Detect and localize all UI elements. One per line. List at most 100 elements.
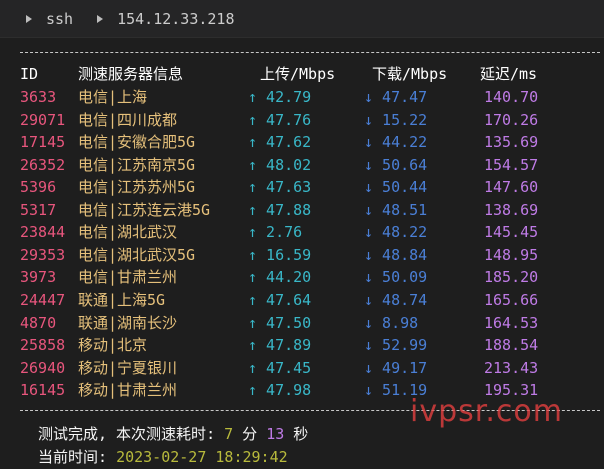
row-latency: 165.66 bbox=[484, 290, 539, 309]
row-latency: 145.45 bbox=[484, 223, 539, 242]
row-server: 电信|江苏连云港5G bbox=[78, 200, 211, 219]
breadcrumb-host[interactable]: 154.12.33.218 bbox=[97, 10, 256, 28]
elapsed-seconds: 13 bbox=[266, 425, 285, 443]
top-divider bbox=[20, 52, 600, 53]
row-id: 29353 bbox=[20, 245, 66, 264]
row-upload: ↑ 47.62 bbox=[248, 133, 312, 152]
row-id: 5396 bbox=[20, 178, 57, 197]
row-upload: ↑ 44.20 bbox=[248, 268, 312, 287]
row-upload: ↑ 47.89 bbox=[248, 336, 312, 355]
row-upload: ↑ 16.59 bbox=[248, 245, 312, 264]
table-row: 25858 移动|北京 ↑ 47.89 ↓ 52.99 188.54 bbox=[0, 334, 604, 356]
table-row: 26940 移动|宁夏银川 ↑ 47.45 ↓ 49.17 213.43 bbox=[0, 357, 604, 379]
row-download: ↓ 48.22 bbox=[364, 223, 428, 242]
row-download: ↓ 49.17 bbox=[364, 358, 428, 377]
row-download: ↓ 50.44 bbox=[364, 178, 428, 197]
breadcrumb-shell[interactable]: ssh bbox=[26, 10, 95, 28]
shell-label: ssh bbox=[46, 9, 74, 28]
row-latency: 170.26 bbox=[484, 110, 539, 129]
row-upload: ↑ 47.50 bbox=[248, 313, 312, 332]
current-time-line: 当前时间: 2023-02-27 18:29:42 bbox=[38, 446, 288, 468]
table-header-row: ID 测速服务器信息 上传/Mbps 下载/Mbps 延迟/ms bbox=[0, 63, 604, 85]
row-latency: 138.69 bbox=[484, 200, 539, 219]
row-latency: 140.70 bbox=[484, 88, 539, 106]
minutes-unit: 分 bbox=[233, 425, 267, 443]
row-download: ↓ 50.09 bbox=[364, 268, 428, 287]
header-id: ID bbox=[20, 65, 39, 83]
header-download: 下载/Mbps bbox=[372, 65, 448, 83]
row-latency: 147.60 bbox=[484, 178, 539, 197]
row-upload: ↑ 47.64 bbox=[248, 290, 312, 309]
header-latency: 延迟/ms bbox=[480, 65, 538, 83]
row-download: ↓ 48.74 bbox=[364, 290, 428, 309]
row-download: ↓ 44.22 bbox=[364, 133, 428, 152]
row-upload: ↑ 2.76 bbox=[248, 223, 303, 242]
row-server: 联通|上海5G bbox=[78, 290, 166, 309]
row-server: 电信|四川成都 bbox=[78, 110, 178, 129]
row-latency: 154.57 bbox=[484, 155, 539, 174]
table-row: 4870 联通|湖南长沙 ↑ 47.50 ↓ 8.98 164.53 bbox=[0, 312, 604, 334]
row-id: 23844 bbox=[20, 223, 66, 242]
table-row: 5317 电信|江苏连云港5G ↑ 47.88 ↓ 48.51 138.69 bbox=[0, 199, 604, 221]
row-latency: 185.20 bbox=[484, 268, 539, 287]
seconds-unit: 秒 bbox=[284, 425, 309, 443]
table-row: 29353 电信|湖北武汉5G ↑ 16.59 ↓ 48.84 148.95 bbox=[0, 244, 604, 266]
test-summary-line: 测试完成, 本次测速耗时: 7 分 13 秒 bbox=[38, 423, 308, 445]
row-id: 16145 bbox=[20, 381, 66, 400]
table-row: 17145 电信|安徽合肥5G ↑ 47.62 ↓ 44.22 135.69 bbox=[0, 131, 604, 153]
row-server: 电信|湖北武汉5G bbox=[78, 245, 196, 264]
row-download: ↓ 50.64 bbox=[364, 155, 428, 174]
terminal-tab-bar: ssh 154.12.33.218 bbox=[0, 0, 604, 38]
row-download: ↓ 48.51 bbox=[364, 200, 428, 219]
table-row: 26352 电信|江苏南京5G ↑ 48.02 ↓ 50.64 154.57 bbox=[0, 154, 604, 176]
header-server: 测速服务器信息 bbox=[78, 65, 184, 83]
watermark-text: ivpsr.com bbox=[410, 394, 563, 429]
row-download: ↓ 47.47 bbox=[364, 88, 428, 106]
row-server: 电信|安徽合肥5G bbox=[78, 133, 196, 152]
row-id: 25858 bbox=[20, 336, 66, 355]
row-download: ↓ 8.98 bbox=[364, 313, 419, 332]
row-server: 移动|甘肃兰州 bbox=[78, 381, 178, 400]
row-upload: ↑ 47.45 bbox=[248, 358, 312, 377]
row-server: 电信|湖北武汉 bbox=[78, 223, 178, 242]
row-download: ↓ 15.22 bbox=[364, 110, 428, 129]
row-server: 电信|江苏南京5G bbox=[78, 155, 196, 174]
row-upload: ↑ 48.02 bbox=[248, 155, 312, 174]
row-download: ↓ 52.99 bbox=[364, 336, 428, 355]
row-latency: 164.53 bbox=[484, 313, 539, 332]
row-id: 26940 bbox=[20, 358, 66, 377]
row-server: 移动|宁夏银川 bbox=[78, 358, 178, 377]
row-id: 3973 bbox=[20, 268, 57, 287]
row-id: 3633 bbox=[20, 88, 57, 106]
row-latency: 213.43 bbox=[484, 358, 539, 377]
row-id: 26352 bbox=[20, 155, 66, 174]
row-id: 24447 bbox=[20, 290, 66, 309]
row-id: 5317 bbox=[20, 200, 57, 219]
table-row: 23844 电信|湖北武汉 ↑ 2.76 ↓ 48.22 145.45 bbox=[0, 221, 604, 243]
row-id: 17145 bbox=[20, 133, 66, 152]
row-server: 移动|北京 bbox=[78, 336, 148, 355]
row-upload: ↑ 47.88 bbox=[248, 200, 312, 219]
table-row: 3633 电信|上海 ↑ 42.79 ↓ 47.47 140.70 bbox=[0, 86, 604, 108]
table-row: 29071 电信|四川成都 ↑ 47.76 ↓ 15.22 170.26 bbox=[0, 109, 604, 131]
row-download: ↓ 48.84 bbox=[364, 245, 428, 264]
row-server: 电信|江苏苏州5G bbox=[78, 178, 196, 197]
row-server: 联通|湖南长沙 bbox=[78, 313, 178, 332]
row-latency: 188.54 bbox=[484, 336, 539, 355]
chevron-right-icon bbox=[26, 14, 32, 23]
row-id: 4870 bbox=[20, 313, 57, 332]
row-latency: 148.95 bbox=[484, 245, 539, 264]
row-upload: ↑ 42.79 bbox=[248, 88, 312, 106]
row-server: 电信|上海 bbox=[78, 88, 148, 106]
table-row: 3973 电信|甘肃兰州 ↑ 44.20 ↓ 50.09 185.20 bbox=[0, 266, 604, 288]
row-id: 29071 bbox=[20, 110, 66, 129]
header-upload: 上传/Mbps bbox=[260, 65, 336, 83]
row-latency: 135.69 bbox=[484, 133, 539, 152]
current-time-value: 2023-02-27 18:29:42 bbox=[116, 448, 288, 466]
row-upload: ↑ 47.76 bbox=[248, 110, 312, 129]
row-server: 电信|甘肃兰州 bbox=[78, 268, 178, 287]
host-label: 154.12.33.218 bbox=[117, 9, 235, 28]
row-upload: ↑ 47.63 bbox=[248, 178, 312, 197]
table-row: 5396 电信|江苏苏州5G ↑ 47.63 ↓ 50.44 147.60 bbox=[0, 176, 604, 198]
chevron-right-icon bbox=[97, 14, 104, 23]
